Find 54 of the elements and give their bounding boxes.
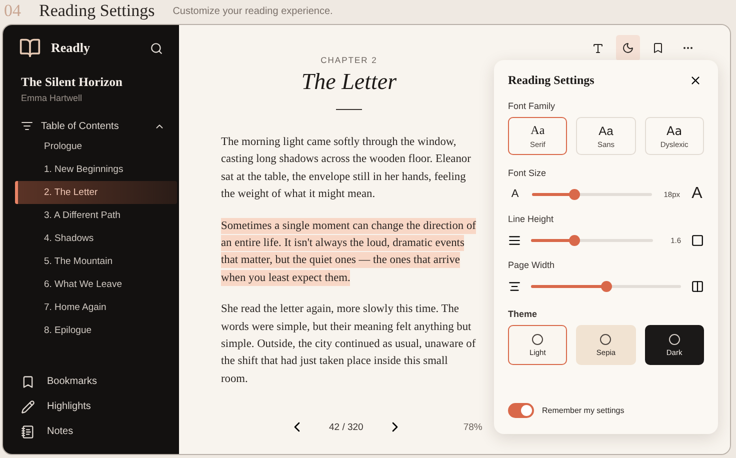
book-author: Emma Hartwell	[21, 93, 84, 103]
chapter-item[interactable]: 5. The Mountain	[15, 250, 177, 273]
nav-item[interactable]: Highlights	[3, 394, 179, 419]
toolbar-button[interactable]	[616, 35, 640, 61]
bookmark-icon	[652, 41, 664, 55]
lines-icon	[508, 234, 521, 246]
pencil-icon	[21, 400, 35, 414]
square-icon	[691, 280, 704, 292]
paragraph: She read the letter again, more slowly this time. The words were simple, but their meaning felt anything but simple. Outside, the city continued as usual, unaware of the shift that had just taken place inside this small room.	[221, 302, 477, 387]
section-label: Font Size	[508, 168, 548, 178]
list-icon	[21, 120, 33, 132]
slider-thumb[interactable]	[569, 234, 580, 246]
book-icon	[19, 37, 41, 59]
section-label: Theme	[508, 309, 538, 319]
nav-item[interactable]: Notes	[3, 419, 179, 444]
chapter-item[interactable]: 3. A Different Path	[15, 204, 177, 227]
slider-thumb[interactable]	[568, 188, 580, 200]
chapter-label: CHAPTER 2	[320, 55, 378, 65]
paragraph: The morning light came softly through the window, casting long shadows across the wooden floor. Eleanor sat at the table, the envelope still in her hands, feeling the weight of what it might mean.	[221, 135, 472, 202]
panel-title: Reading Settings	[508, 73, 594, 88]
close-icon	[689, 74, 702, 87]
large-a-label: A	[690, 185, 704, 203]
chapter-item[interactable]: 4. Shadows	[15, 227, 177, 250]
search-icon	[150, 42, 163, 54]
book-title: The Silent Horizon	[21, 75, 124, 90]
page-number: 42 / 320	[329, 422, 364, 432]
chapter-item[interactable]: 2. The Letter	[15, 181, 177, 204]
section-label: Page Width	[508, 260, 556, 270]
progress-percent: 78%	[463, 422, 482, 432]
section-number: 04	[4, 1, 21, 21]
chapter-item[interactable]: 1. New Beginnings	[15, 158, 177, 181]
section-label: Line Height	[508, 214, 555, 224]
app-name: Readly	[51, 40, 91, 56]
slider-thumb[interactable]	[600, 280, 612, 292]
chapter-item[interactable]: 6. What We Leave	[15, 273, 177, 296]
nav-item[interactable]: Bookmarks	[3, 369, 179, 394]
page-subtitle: Customize your reading experience.	[172, 6, 333, 16]
toggle-switch[interactable]	[508, 403, 534, 418]
toggle-label: Remember my settings	[542, 406, 624, 415]
page-title: Reading Settings	[39, 1, 155, 21]
square-icon	[691, 234, 704, 246]
width-icon	[508, 280, 521, 292]
chapter-item[interactable]: 7. Home Again	[15, 296, 177, 319]
chapter-title: The Letter	[300, 69, 398, 95]
note-icon	[21, 424, 35, 438]
toc-toggle[interactable]: Table of Contents	[3, 117, 179, 135]
section-label: Font Family	[508, 101, 556, 111]
text-size-icon	[592, 42, 604, 54]
bookmark-icon	[21, 374, 35, 388]
highlighted-paragraph: Sometimes a single moment can change the direction of an entire life. It isn't always the loud, dramatic events that matter, but the quiet ones — the ones that arrive when you least expect them.	[221, 218, 477, 288]
chapter-item[interactable]: Prologue	[15, 135, 177, 158]
moon-icon	[622, 41, 634, 55]
small-a-label: A	[510, 188, 520, 200]
chapter-item[interactable]: 8. Epilogue	[15, 319, 177, 342]
